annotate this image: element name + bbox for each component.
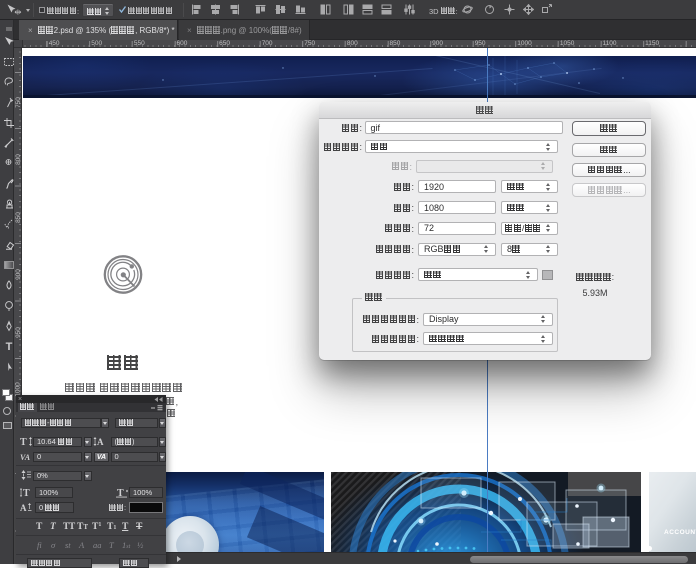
- svg-text:T: T: [20, 437, 27, 447]
- svg-text:T: T: [117, 488, 124, 498]
- svg-text:T: T: [23, 488, 30, 498]
- svg-text:A: A: [97, 437, 104, 447]
- svg-text:A: A: [20, 503, 27, 513]
- svg-text:T: T: [6, 341, 13, 353]
- svg-text:VA: VA: [20, 453, 31, 462]
